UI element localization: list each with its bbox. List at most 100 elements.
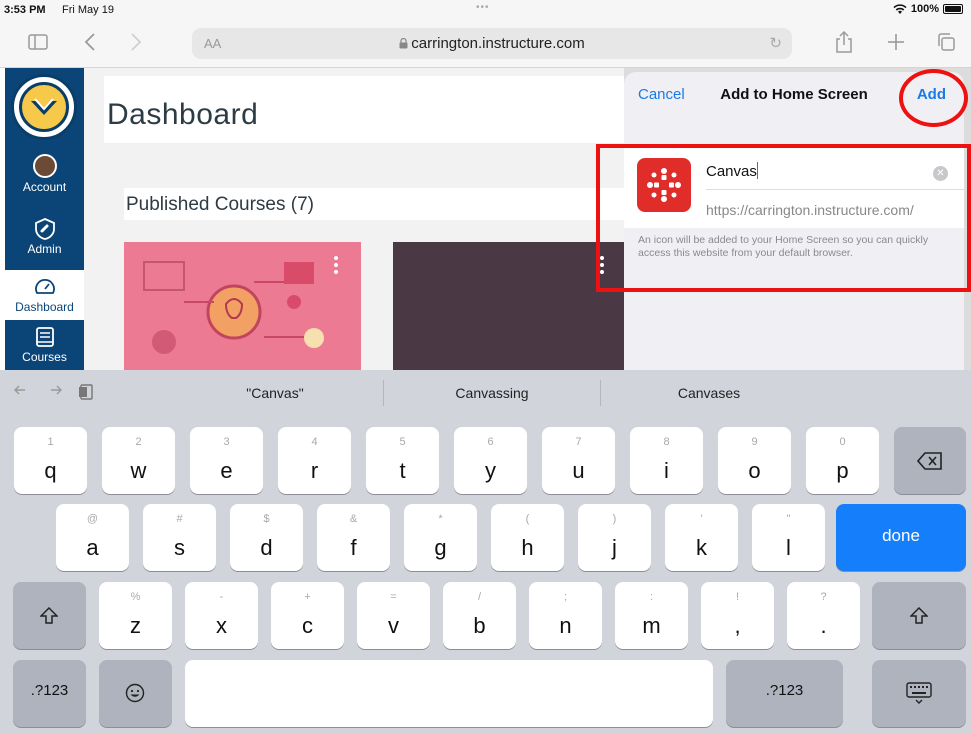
key-hint: # <box>176 513 183 525</box>
sidebar-item-label: Admin <box>27 242 62 256</box>
share-icon[interactable] <box>832 30 856 54</box>
key-2[interactable]: 3e <box>190 427 263 494</box>
key-3[interactable]: & f <box>317 504 390 571</box>
numbers-key[interactable]: .?123 <box>13 660 86 727</box>
key-hint: 8 <box>663 436 670 448</box>
forward-icon[interactable] <box>124 30 148 54</box>
shift-right-key[interactable] <box>872 582 966 649</box>
browser-toolbar: AA carrington.instructure.com ↻ <box>0 20 971 68</box>
college-logo[interactable] <box>11 74 77 140</box>
sidebar-item-admin[interactable]: Admin <box>5 218 84 256</box>
key-char: i <box>664 458 669 483</box>
key-char: b <box>473 613 486 638</box>
logo-emblem <box>19 82 69 132</box>
sidebar-item-account[interactable]: Account <box>5 154 84 194</box>
key-8[interactable]: " l <box>752 504 825 571</box>
paste-icon[interactable] <box>78 383 94 401</box>
highlight-box-annotation <box>596 144 971 292</box>
key-hint: ! <box>735 591 740 603</box>
course-card-menu-icon[interactable] <box>333 256 339 274</box>
redo-icon[interactable] <box>46 383 62 397</box>
key-char: f <box>350 535 357 560</box>
key-hint: ) <box>612 513 617 525</box>
course-card[interactable] <box>393 242 624 370</box>
key-4[interactable]: * g <box>404 504 477 571</box>
key-hint: : <box>649 591 654 603</box>
key-7[interactable]: ' k <box>665 504 738 571</box>
key-5[interactable]: ; n <box>529 582 602 649</box>
key-8[interactable]: 9o <box>718 427 791 494</box>
global-nav-sidebar: Account Admin Dashboard Courses <box>5 68 84 370</box>
key-8[interactable]: ?. <box>787 582 860 649</box>
key-5[interactable]: (h <box>491 504 564 571</box>
numbers-label: .?123 <box>765 682 804 699</box>
key-7[interactable]: 8i <box>630 427 703 494</box>
dismiss-keyboard-key[interactable] <box>872 660 966 727</box>
sidebar-item-courses[interactable]: Courses <box>5 326 84 364</box>
undo-icon[interactable] <box>14 383 30 397</box>
battery-icon <box>943 4 963 14</box>
numbers-key-right[interactable]: .?123 <box>726 660 843 727</box>
key-0[interactable]: % z <box>99 582 172 649</box>
key-3[interactable]: 4r <box>278 427 351 494</box>
battery-percent: 100% <box>910 3 939 15</box>
suggestion-item[interactable]: "Canvas" <box>170 385 380 401</box>
key-1[interactable]: 2w <box>102 427 175 494</box>
key-2[interactable]: + c <box>271 582 344 649</box>
key-0[interactable]: @ a <box>56 504 129 571</box>
shield-icon <box>34 218 55 240</box>
key-4[interactable]: 5t <box>366 427 439 494</box>
key-hint: $ <box>263 513 270 525</box>
key-hint: 6 <box>487 436 494 448</box>
space-key[interactable] <box>185 660 713 727</box>
key-1[interactable]: -x <box>185 582 258 649</box>
key-char: z <box>130 613 141 638</box>
status-date: Fri May 19 <box>62 4 114 16</box>
key-6[interactable]: ) j <box>578 504 651 571</box>
key-7[interactable]: !, <box>701 582 774 649</box>
key-0[interactable]: 1q <box>14 427 87 494</box>
key-char: u <box>572 458 585 483</box>
dashboard-main: Dashboard Published Courses (7) <box>84 68 644 370</box>
sidebar-item-dashboard[interactable]: Dashboard <box>5 270 84 320</box>
key-5[interactable]: 6y <box>454 427 527 494</box>
backspace-key[interactable] <box>894 427 966 494</box>
back-icon[interactable] <box>78 30 102 54</box>
key-6[interactable]: :m <box>615 582 688 649</box>
key-char: x <box>216 613 227 638</box>
address-bar[interactable]: AA carrington.instructure.com ↻ <box>192 28 792 59</box>
course-card[interactable] <box>124 242 361 370</box>
tabs-overview-icon[interactable] <box>934 30 958 54</box>
key-hint: 2 <box>135 436 142 448</box>
key-1[interactable]: # s <box>143 504 216 571</box>
key-char: k <box>696 535 707 560</box>
done-key[interactable]: done <box>836 504 966 571</box>
suggestion-item[interactable]: Canvassing <box>387 385 597 401</box>
book-icon <box>35 327 54 347</box>
key-3[interactable]: = v <box>357 582 430 649</box>
status-time: 3:53 PM <box>4 4 46 16</box>
key-char: e <box>220 458 233 483</box>
key-hint: * <box>438 513 443 525</box>
emoji-key[interactable] <box>99 660 172 727</box>
status-bar: 3:53 PM Fri May 19 ••• 100% <box>0 0 971 20</box>
multitasking-dots-icon[interactable]: ••• <box>476 2 490 13</box>
key-hint: + <box>304 591 311 603</box>
key-hint: ' <box>700 513 703 525</box>
reload-icon[interactable]: ↻ <box>769 34 782 52</box>
key-char: p <box>836 458 849 483</box>
key-char: . <box>820 613 827 638</box>
key-6[interactable]: 7u <box>542 427 615 494</box>
suggestion-bar: "Canvas" Canvassing Canvases <box>0 370 971 416</box>
key-hint: " <box>786 513 791 525</box>
url-value: carrington.instructure.com <box>411 35 585 52</box>
new-tab-icon[interactable] <box>884 30 908 54</box>
key-2[interactable]: $ d <box>230 504 303 571</box>
edit-tools <box>14 383 94 401</box>
key-9[interactable]: 0p <box>806 427 879 494</box>
divider <box>383 380 384 406</box>
key-4[interactable]: / b <box>443 582 516 649</box>
suggestion-item[interactable]: Canvases <box>604 385 814 401</box>
sidebar-toggle-icon[interactable] <box>26 30 50 54</box>
shift-left-key[interactable] <box>13 582 86 649</box>
